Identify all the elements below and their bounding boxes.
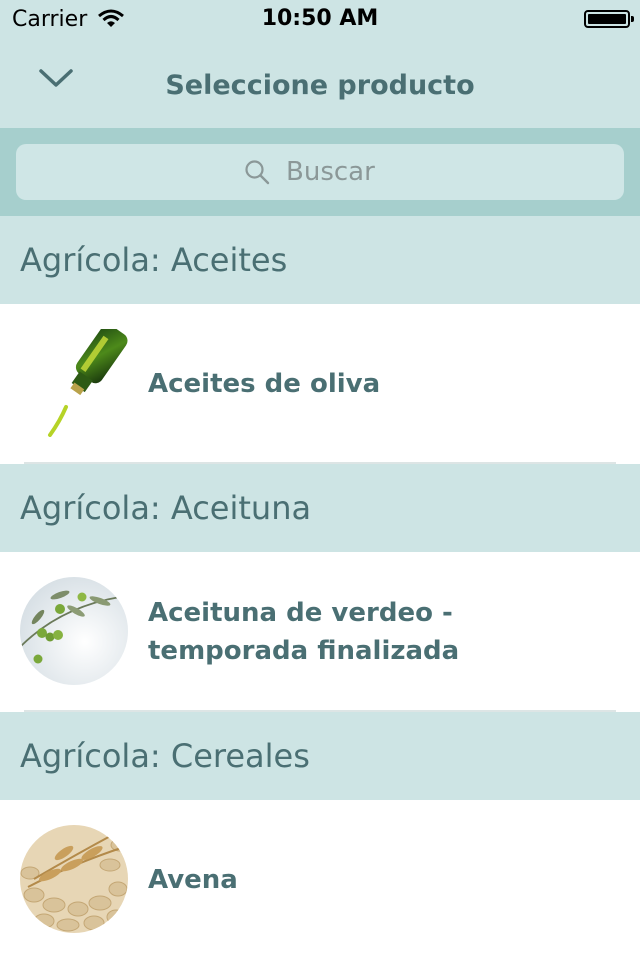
olive-oil-bottle-image	[20, 329, 128, 437]
list-item-label: Aceituna de verdeo - temporada finalizad…	[148, 598, 460, 666]
section-header-aceituna: Agrícola: Aceituna	[0, 464, 640, 552]
row-separator	[24, 710, 616, 712]
search-icon	[245, 160, 270, 185]
battery-icon	[584, 10, 634, 28]
search-bar-container	[0, 128, 640, 216]
list-item-aceites-de-oliva[interactable]: Aceites de oliva	[0, 304, 640, 464]
section-header-aceites: Agrícola: Aceites	[0, 216, 640, 304]
search-field[interactable]	[16, 144, 624, 200]
status-bar: Carrier 10:50 AM	[0, 0, 640, 40]
navigation-bar: Seleccione producto	[0, 40, 640, 128]
list-item-label: Avena	[148, 865, 238, 895]
product-list: Agrícola: Aceites Aceites de oliva Agríc…	[0, 216, 640, 960]
status-time: 10:50 AM	[261, 6, 379, 31]
oat-grains-image	[20, 825, 128, 933]
list-item-aceituna-de-verdeo[interactable]: Aceituna de verdeo - temporada finalizad…	[0, 552, 640, 712]
page-title: Seleccione producto	[165, 70, 475, 101]
row-separator	[24, 462, 616, 464]
list-item-avena[interactable]: Avena	[0, 800, 640, 960]
search-input[interactable]	[286, 157, 396, 187]
olive-branch-image	[20, 577, 128, 685]
list-item-label: Aceites de oliva	[148, 369, 381, 399]
section-header-cereales: Agrícola: Cereales	[0, 712, 640, 800]
